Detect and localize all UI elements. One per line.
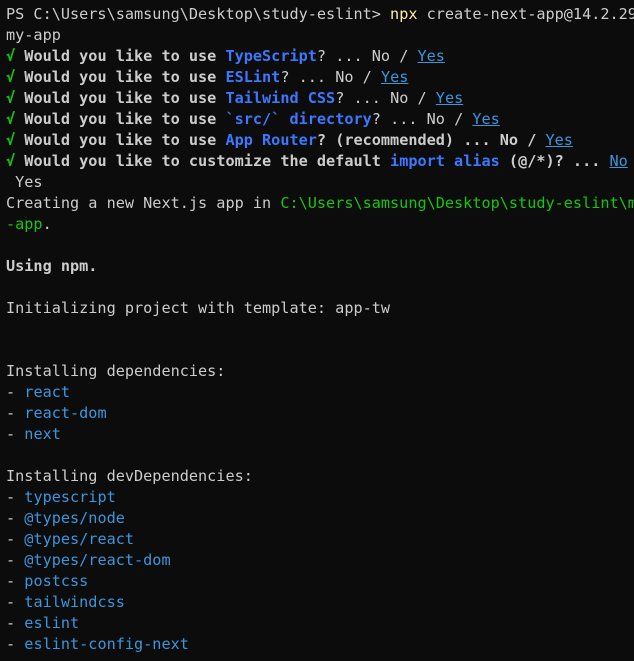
answer-yes: Yes <box>472 110 500 128</box>
answer-yes: Yes <box>435 89 464 107</box>
question-tailwind: √ Would you like to use Tailwind CSS? ..… <box>6 89 464 107</box>
project-path: C:\Users\samsung\Desktop\study-eslint\my <box>280 194 634 212</box>
dev-dep-item: - eslint <box>6 614 80 632</box>
check-icon: √ <box>6 152 16 170</box>
prompt: PS C:\Users\samsung\Desktop\study-eslint… <box>6 5 391 23</box>
command-name: npx <box>390 5 418 23</box>
installing-dev-deps-heading: Installing devDependencies: <box>6 467 253 485</box>
answer-yes: Yes <box>380 68 409 86</box>
dev-dep-item: - eslint-config-next <box>6 635 189 653</box>
question-key: import alias <box>390 152 500 170</box>
question-src-directory: √ Would you like to use `src/` directory… <box>6 110 500 128</box>
question-eslint: √ Would you like to use ESLint? ... No /… <box>6 68 409 86</box>
question-import-alias-wrap: Yes <box>6 173 43 191</box>
initializing-line: Initializing project with template: app-… <box>6 299 391 317</box>
question-typescript: √ Would you like to use TypeScript? ... … <box>6 47 445 65</box>
question-import-alias: √ Would you like to customize the defaul… <box>6 152 628 170</box>
dev-dep-item: - @types/react <box>6 530 135 548</box>
question-key: ESLint <box>225 68 281 86</box>
dev-dep-item: - postcss <box>6 572 89 590</box>
dev-dep-item: - typescript <box>6 488 116 506</box>
installing-deps-heading: Installing dependencies: <box>6 362 226 380</box>
dev-dep-item: - @types/react-dom <box>6 551 171 569</box>
dev-dep-item: - tailwindcss <box>6 593 125 611</box>
answer-no: No <box>609 152 628 170</box>
check-icon: √ <box>6 110 16 128</box>
question-app-router: √ Would you like to use App Router? (rec… <box>6 131 573 149</box>
answer-yes: Yes <box>545 131 573 149</box>
check-icon: √ <box>6 131 16 149</box>
terminal-window[interactable]: PS C:\Users\samsung\Desktop\study-eslint… <box>0 0 634 661</box>
creating-line-wrap: -app. <box>6 215 52 233</box>
question-key: TypeScript <box>225 47 317 65</box>
dep-item: - react <box>6 383 71 401</box>
command-line-wrap: my-app <box>6 26 61 44</box>
creating-line: Creating a new Next.js app in C:\Users\s… <box>6 193 634 214</box>
check-icon: √ <box>6 47 16 65</box>
dep-item: - react-dom <box>6 404 107 422</box>
answer-yes: Yes <box>417 47 445 65</box>
using-npm: Using npm. <box>6 257 98 275</box>
check-icon: √ <box>6 68 16 86</box>
command-line: PS C:\Users\samsung\Desktop\study-eslint… <box>6 4 634 25</box>
dev-dep-item: - @types/node <box>6 509 125 527</box>
question-key: `src/` directory <box>225 110 372 128</box>
check-icon: √ <box>6 89 16 107</box>
dep-item: - next <box>6 425 61 443</box>
question-key: Tailwind CSS <box>225 89 336 107</box>
command-args: create-next-app@14.2.29 <box>417 5 634 23</box>
question-key: App Router <box>225 131 317 149</box>
